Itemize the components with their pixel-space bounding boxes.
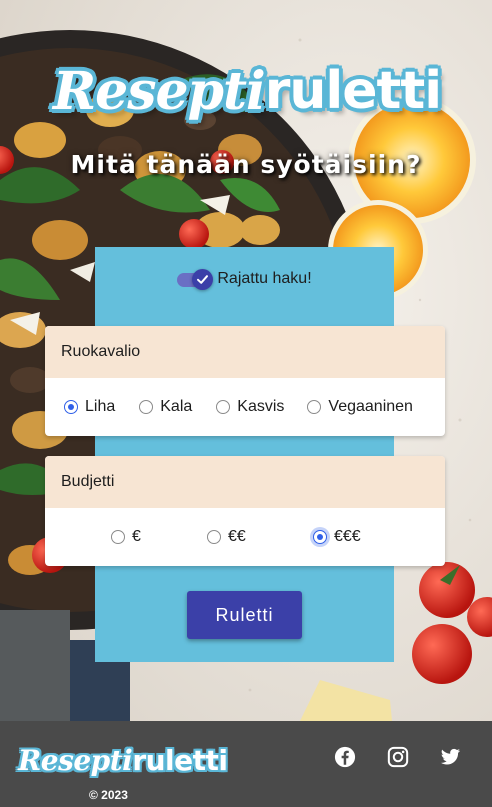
instagram-icon[interactable] [387,746,409,768]
copyright-text: © 2023 [89,788,128,802]
budget-option-2[interactable]: €€ [207,528,246,546]
radio-dot [111,530,125,544]
budget-option-label: €€€ [334,528,361,545]
footer: Reseptiruletti © 2023 [0,721,492,807]
diet-option-label: Vegaaninen [328,398,413,415]
footer-logo-part-2: ruletti [132,744,228,777]
budget-option-3[interactable]: €€€ [313,528,361,546]
diet-options: Liha Kala Kasvis Vegaaninen [45,378,445,436]
roulette-button[interactable]: Ruletti [187,591,302,639]
budget-options: € €€ €€€ [45,508,445,566]
logo-part-1: Resepti [52,60,266,122]
diet-option-liha[interactable]: Liha [64,398,115,416]
radio-dot [64,400,78,414]
radio-dot [307,400,322,414]
diet-option-label: Liha [85,398,116,415]
app-logo: Resepti ruletti [52,56,442,126]
diet-option-label: Kala [160,398,193,415]
filter-switch-row: Rajattu haku! [95,268,394,290]
radio-dot [216,400,231,414]
facebook-icon[interactable] [334,746,356,768]
diet-option-label: Kasvis [237,398,285,415]
footer-logo-part-1: Resepti [18,744,133,777]
page-tagline: Mitä tänään syötäisiin? [70,150,422,179]
limited-search-label: Rajattu haku! [217,270,312,287]
budget-card: Budjetti € €€ €€€ [45,456,445,566]
toggle-knob [192,269,214,290]
diet-option-kala[interactable]: Kala [139,398,192,416]
budget-option-1[interactable]: € [111,528,141,546]
check-icon [197,275,209,284]
footer-logo[interactable]: Reseptiruletti [18,744,228,777]
radio-dot [139,400,154,414]
limited-search-toggle[interactable] [177,268,214,290]
diet-card-heading: Ruokavalio [45,326,445,378]
budget-option-label: €€ [228,528,246,545]
twitter-icon[interactable] [439,746,461,768]
budget-option-label: € [132,528,141,545]
diet-option-kasvis[interactable]: Kasvis [216,398,284,416]
budget-card-heading: Budjetti [45,456,445,508]
radio-dot [207,530,221,544]
radio-dot [313,530,327,544]
logo-part-2: ruletti [264,61,442,121]
diet-card: Ruokavalio Liha Kala Kasvis Vegaaninen [45,326,445,436]
diet-option-vegaaninen[interactable]: Vegaaninen [307,398,413,416]
